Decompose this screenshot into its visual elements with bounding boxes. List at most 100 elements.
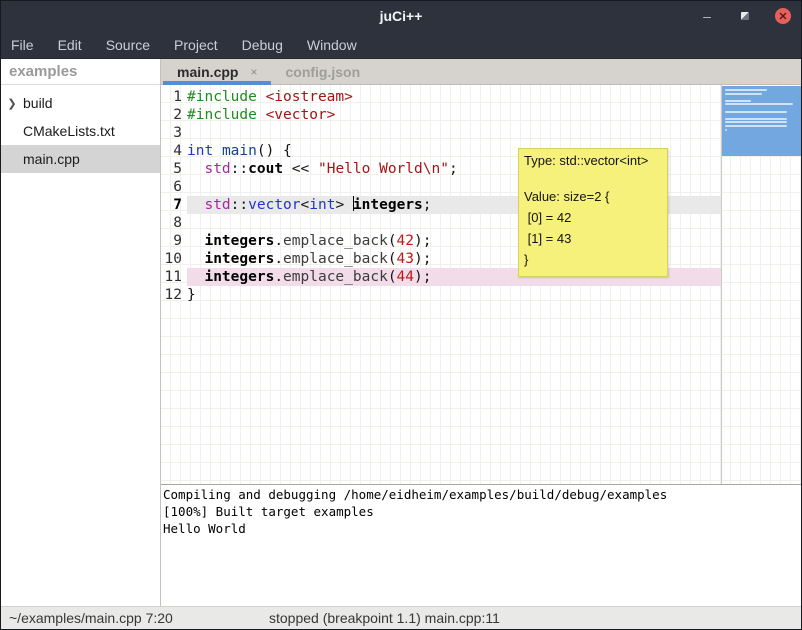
- file-tree: ❯buildCMakeLists.txt main.cpp: [1, 85, 160, 173]
- tab-label: main.cpp: [177, 64, 238, 80]
- code-token: <: [301, 197, 310, 213]
- sidebar-header: examples: [1, 59, 160, 85]
- line-number[interactable]: 9: [161, 232, 187, 250]
- code-token: integers: [353, 197, 423, 213]
- code-token: [213, 143, 222, 159]
- line-number[interactable]: 12: [161, 286, 187, 304]
- code-token: (: [388, 251, 397, 267]
- line-number[interactable]: 11: [161, 268, 187, 286]
- code-token: [187, 233, 204, 249]
- minimize-icon[interactable]: –: [699, 8, 715, 24]
- minimap-code-line: [725, 89, 767, 91]
- tab-close-icon[interactable]: ×: [250, 65, 257, 79]
- line-number[interactable]: 1: [161, 88, 187, 106]
- minimap-code-line: [725, 111, 787, 113]
- code-line[interactable]: 2#include <vector>: [161, 106, 721, 124]
- code-token: integers: [204, 269, 274, 285]
- code-token: 43: [397, 251, 414, 267]
- tree-item-label: main.cpp: [23, 151, 80, 167]
- debug-value-tooltip: Type: std::vector<int> Value: size=2 { […: [518, 148, 668, 277]
- code-token: [187, 197, 204, 213]
- code-token: int: [187, 143, 213, 159]
- code-token: std: [204, 197, 230, 213]
- code-token: ;: [423, 197, 432, 213]
- code-token: vector: [248, 197, 300, 213]
- code-token: emplace_back: [283, 251, 388, 267]
- code-token: .: [274, 233, 283, 249]
- menu-item-window[interactable]: Window: [296, 34, 368, 56]
- code-token: [187, 269, 204, 285]
- tab-config-json[interactable]: config.json: [271, 59, 374, 84]
- minimap[interactable]: [721, 85, 801, 484]
- menu-item-edit[interactable]: Edit: [47, 34, 93, 56]
- code-token: <vector>: [266, 107, 336, 123]
- menu-item-debug[interactable]: Debug: [231, 34, 294, 56]
- code-token: .: [274, 251, 283, 267]
- code-token: ;: [449, 161, 458, 177]
- sidebar-item-cmakelists-txt[interactable]: CMakeLists.txt: [1, 117, 160, 145]
- line-number[interactable]: 6: [161, 178, 187, 196]
- chevron-right-icon[interactable]: ❯: [1, 97, 23, 110]
- sidebar-item-main-cpp[interactable]: main.cpp: [1, 145, 160, 173]
- minimap-slider[interactable]: [722, 86, 801, 156]
- code-token: #include: [187, 89, 257, 105]
- editor-column: main.cpp × config.json 1#include <iostream…: [161, 59, 801, 606]
- code-token: () {: [257, 143, 292, 159]
- tabbar: main.cpp × config.json: [161, 59, 801, 85]
- code-token: [187, 161, 204, 177]
- terminal-output[interactable]: Compiling and debugging /home/eidheim/ex…: [161, 485, 801, 606]
- code-token: ::: [231, 161, 248, 177]
- menu-item-project[interactable]: Project: [163, 34, 229, 56]
- menu-item-source[interactable]: Source: [95, 34, 161, 56]
- line-number[interactable]: 4: [161, 142, 187, 160]
- code-token: "Hello World\n": [318, 161, 449, 177]
- line-number[interactable]: 5: [161, 160, 187, 178]
- minimap-code-line: [725, 125, 787, 127]
- titlebar[interactable]: juCi++ – ✕: [1, 1, 801, 31]
- code-token: cout: [248, 161, 283, 177]
- code-token: main: [222, 143, 257, 159]
- code-token: emplace_back: [283, 233, 388, 249]
- restore-icon[interactable]: [737, 8, 753, 24]
- code-token: [257, 89, 266, 105]
- sidebar-item-build[interactable]: ❯build: [1, 89, 160, 117]
- code-token: 42: [397, 233, 414, 249]
- tab-main-cpp[interactable]: main.cpp ×: [163, 59, 271, 84]
- line-number[interactable]: 10: [161, 250, 187, 268]
- code-token: <<: [283, 161, 318, 177]
- code-token: >: [335, 197, 352, 213]
- app-window: juCi++ – ✕ FileEditSourceProjectDebugWin…: [0, 0, 802, 630]
- minimap-code-line: [725, 118, 787, 120]
- code-token: std: [204, 161, 230, 177]
- restore-square-icon: [741, 12, 749, 20]
- code-token: }: [187, 287, 196, 303]
- code-editor[interactable]: 1#include <iostream>2#include <vector>34…: [161, 85, 801, 484]
- code-token: 44: [397, 269, 414, 285]
- line-number[interactable]: 8: [161, 214, 187, 232]
- line-content[interactable]: }: [187, 286, 721, 304]
- code-token: (: [388, 233, 397, 249]
- code-token: int: [309, 197, 335, 213]
- tooltip-value-block: Value: size=2 { [0] = 42 [1] = 43 }: [524, 186, 662, 270]
- code-token: emplace_back: [283, 269, 388, 285]
- code-line[interactable]: 1#include <iostream>: [161, 88, 721, 106]
- code-token: [187, 251, 204, 267]
- minimap-code-line: [725, 93, 762, 95]
- line-content[interactable]: #include <iostream>: [187, 88, 721, 106]
- menu-item-file[interactable]: File: [11, 34, 45, 56]
- line-number[interactable]: 2: [161, 106, 187, 124]
- window-controls: – ✕: [699, 1, 791, 31]
- line-number[interactable]: 7: [161, 196, 187, 214]
- close-icon[interactable]: ✕: [775, 8, 791, 24]
- code-token: integers: [204, 233, 274, 249]
- code-line[interactable]: 12}: [161, 286, 721, 304]
- tab-label: config.json: [285, 64, 360, 80]
- line-content[interactable]: [187, 124, 721, 142]
- status-file-position: ~/examples/main.cpp 7:20: [9, 610, 173, 626]
- file-sidebar: examples ❯buildCMakeLists.txt main.cpp: [1, 59, 160, 606]
- minimap-code-line: [725, 129, 727, 131]
- statusbar: ~/examples/main.cpp 7:20 stopped (breakp…: [1, 606, 801, 629]
- line-number[interactable]: 3: [161, 124, 187, 142]
- code-line[interactable]: 3: [161, 124, 721, 142]
- line-content[interactable]: #include <vector>: [187, 106, 721, 124]
